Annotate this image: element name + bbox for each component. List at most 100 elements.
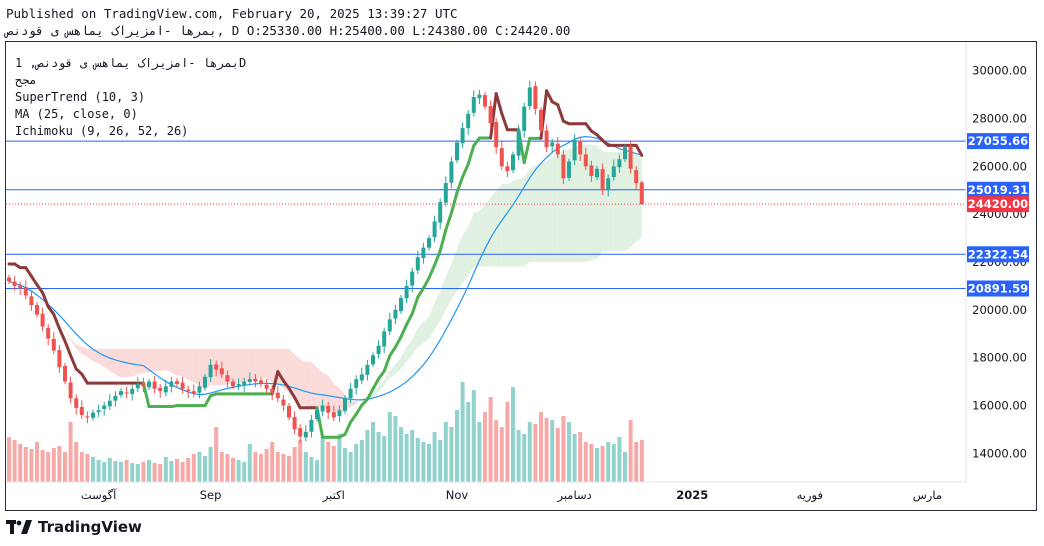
cloud-segment <box>507 180 513 267</box>
cloud-segment <box>401 346 407 370</box>
candle-body <box>494 122 499 148</box>
volume-bar <box>617 437 622 482</box>
cloud-segment <box>244 348 250 384</box>
legend-supertrend[interactable]: SuperTrend (10, 3) <box>15 90 145 104</box>
cloud-segment <box>81 346 88 358</box>
candle-body <box>617 159 622 168</box>
supertrend-segment <box>433 249 442 267</box>
volume-bar <box>477 422 482 482</box>
cloud-segment <box>350 401 357 407</box>
supertrend-segment <box>57 327 67 343</box>
time-tick-label: دسامبر <box>556 488 591 503</box>
volume-bar <box>544 418 549 482</box>
supertrend-segment <box>24 266 33 278</box>
candle-body <box>158 387 163 392</box>
cloud-segment <box>412 327 418 356</box>
candle-body <box>634 170 639 184</box>
volume-bar <box>102 462 107 482</box>
price-chart[interactable]: 14000.0016000.0018000.0020000.0022000.00… <box>0 0 1044 546</box>
candle-body <box>550 142 555 147</box>
legend-symbol[interactable]: بمرها -امزیراک یماهس ی قودنص, 1D <box>15 56 246 70</box>
candle-body <box>567 161 571 178</box>
price-tick-label: 14000.00 <box>972 446 1027 460</box>
current-price-label: 24420.00 <box>968 197 1028 211</box>
time-tick-label: مارس <box>913 488 942 503</box>
volume-bar <box>639 440 644 482</box>
cloud-segment <box>165 348 172 373</box>
cloud-segment <box>233 348 239 385</box>
candle-body <box>415 257 420 271</box>
volume-bar <box>7 437 11 482</box>
candle-body <box>488 106 493 124</box>
candle-body <box>533 86 538 109</box>
cloud-segment <box>541 160 547 262</box>
volume-bar <box>499 427 504 482</box>
volume-bar <box>611 444 616 482</box>
cloud-segment <box>389 364 396 378</box>
candle-body <box>147 381 151 388</box>
price-axis: 14000.0016000.0018000.0020000.0022000.00… <box>965 42 1029 482</box>
tradingview-brand[interactable]: TradingView <box>6 518 142 536</box>
legend-volume[interactable]: مجح <box>15 73 37 87</box>
volume-bar <box>236 460 241 482</box>
candle-body <box>449 161 454 183</box>
candle-body <box>79 407 84 416</box>
candle-body <box>29 296 34 306</box>
candle-body <box>23 287 28 296</box>
volume-bar <box>443 422 448 482</box>
candle-body <box>331 412 336 418</box>
candle-body <box>427 238 431 248</box>
volume-bar <box>225 454 230 482</box>
supertrend-segment <box>421 276 431 290</box>
volume-bar <box>186 458 191 482</box>
candle-body <box>287 405 291 418</box>
candle-body <box>583 154 588 167</box>
legend-ma[interactable]: MA (25, close, 0) <box>15 107 138 121</box>
supertrend-segment <box>388 345 397 358</box>
cloud-segment <box>317 367 323 408</box>
candle-body <box>393 309 398 319</box>
tradingview-logo-icon <box>6 520 32 534</box>
cloud-segment <box>423 316 429 344</box>
candle-body <box>68 382 73 399</box>
candle-body <box>107 400 112 407</box>
volume-bar <box>634 442 639 482</box>
supertrend-segment <box>466 144 476 166</box>
volume-bar <box>113 461 118 482</box>
cloud-segment <box>546 157 553 262</box>
cloud-segment <box>552 152 558 262</box>
supertrend-segment <box>382 354 392 373</box>
cloud-segment <box>513 178 519 267</box>
candle-body <box>270 388 275 394</box>
candle-body <box>421 247 426 259</box>
volume-bar <box>141 462 146 482</box>
candle-body <box>315 410 319 419</box>
candle-body <box>214 364 219 370</box>
cloud-segment <box>322 372 329 411</box>
candle-body <box>600 169 605 191</box>
volume-bar <box>404 434 409 482</box>
volume-bar <box>331 446 336 482</box>
candle-body <box>85 416 90 418</box>
candle-body <box>51 338 56 351</box>
candle-body <box>561 154 566 179</box>
candle-body <box>247 379 252 382</box>
time-tick-label: فوریه <box>797 488 823 503</box>
cloud-segment <box>300 359 306 406</box>
candle-body <box>555 143 560 155</box>
volume-bar <box>292 447 297 482</box>
volume-bar <box>527 422 532 482</box>
volume-bar <box>595 448 599 482</box>
volume-bar <box>466 402 471 482</box>
legend-ichimoku[interactable]: Ichimoku (9, 26, 52, 26) <box>15 124 188 138</box>
volume-bar <box>163 457 168 482</box>
candle-body <box>606 178 611 190</box>
candle-body <box>18 285 23 289</box>
volume-bar <box>247 444 252 482</box>
candle-body <box>438 202 443 223</box>
supertrend-segment <box>393 335 403 349</box>
candle-body <box>595 168 599 178</box>
candle-body <box>443 183 448 203</box>
candle-body <box>365 364 370 375</box>
cloud-segment <box>249 348 256 381</box>
